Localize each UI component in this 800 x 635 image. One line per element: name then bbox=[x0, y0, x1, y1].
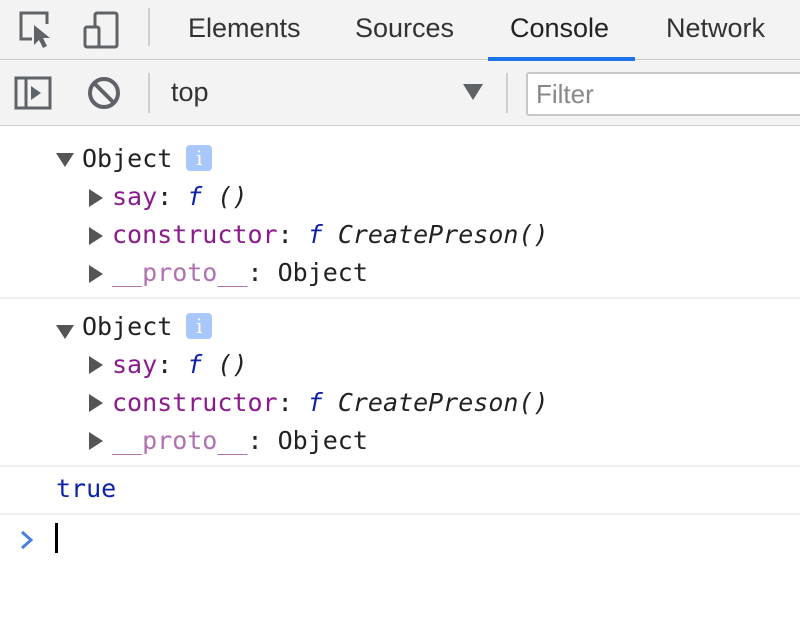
toolbar-separator bbox=[148, 73, 150, 113]
property-value: Object bbox=[277, 258, 368, 287]
property-colon: : bbox=[277, 388, 293, 417]
context-selector-label: top bbox=[171, 77, 209, 107]
clear-console-icon[interactable] bbox=[86, 75, 122, 111]
function-signature: CreatePreson() bbox=[337, 220, 549, 249]
collapse-triangle-icon[interactable] bbox=[56, 323, 74, 341]
expand-triangle-icon[interactable] bbox=[87, 356, 105, 374]
property-colon: : bbox=[247, 258, 263, 287]
context-selector[interactable]: top bbox=[170, 61, 490, 125]
property-row[interactable]: constructor: f CreatePreson() bbox=[112, 217, 549, 253]
expand-triangle-icon[interactable] bbox=[87, 227, 105, 245]
device-toolbar-icon[interactable] bbox=[82, 10, 122, 50]
function-signature: () bbox=[217, 350, 248, 379]
object-summary-label: Object bbox=[82, 312, 173, 341]
console-result: true bbox=[0, 467, 800, 515]
property-row[interactable]: say: f () bbox=[112, 179, 248, 215]
property-key: say bbox=[112, 182, 158, 211]
object-summary[interactable]: Object i bbox=[82, 141, 213, 177]
tab-bar-separator bbox=[148, 8, 150, 46]
property-colon: : bbox=[247, 426, 263, 455]
property-colon: : bbox=[277, 220, 293, 249]
console-sidebar-icon[interactable] bbox=[14, 76, 52, 110]
object-summary[interactable]: Object i bbox=[82, 309, 213, 345]
tab-elements[interactable]: Elements bbox=[188, 0, 301, 60]
toolbar-separator bbox=[506, 73, 508, 113]
info-icon[interactable]: i bbox=[186, 145, 213, 171]
function-keyword: f bbox=[307, 220, 323, 249]
expand-triangle-icon[interactable] bbox=[87, 189, 105, 207]
text-cursor bbox=[55, 523, 58, 553]
tab-sources[interactable]: Sources bbox=[355, 0, 454, 60]
console-message: Object i say: f () constructor: f CreateP… bbox=[0, 299, 800, 467]
expand-triangle-icon[interactable] bbox=[87, 432, 105, 450]
console-toolbar: top bbox=[0, 61, 800, 126]
property-row[interactable]: say: f () bbox=[112, 347, 248, 383]
property-key: __proto__ bbox=[112, 426, 248, 455]
tab-network[interactable]: Network bbox=[666, 0, 765, 60]
result-value: true bbox=[56, 474, 117, 503]
expand-triangle-icon[interactable] bbox=[87, 394, 105, 412]
property-colon: : bbox=[157, 182, 173, 211]
console-message: Object i say: f () constructor: f CreateP… bbox=[0, 127, 800, 299]
function-keyword: f bbox=[307, 388, 323, 417]
dropdown-arrow-icon bbox=[463, 84, 483, 100]
console-prompt[interactable] bbox=[0, 515, 800, 563]
property-key: constructor bbox=[112, 220, 278, 249]
info-icon[interactable]: i bbox=[186, 313, 213, 339]
console-prompt-icon bbox=[21, 530, 34, 550]
filter-input[interactable] bbox=[526, 72, 800, 116]
property-value: Object bbox=[277, 426, 368, 455]
collapse-triangle-icon[interactable] bbox=[56, 151, 74, 169]
console-output: Object i say: f () constructor: f CreateP… bbox=[0, 127, 800, 563]
property-key: constructor bbox=[112, 388, 278, 417]
property-row[interactable]: constructor: f CreatePreson() bbox=[112, 385, 549, 421]
property-key: __proto__ bbox=[112, 258, 248, 287]
property-row[interactable]: __proto__: Object bbox=[112, 255, 368, 291]
inspect-element-icon[interactable] bbox=[18, 10, 58, 50]
property-row[interactable]: __proto__: Object bbox=[112, 423, 368, 459]
function-keyword: f bbox=[187, 182, 203, 211]
function-keyword: f bbox=[187, 350, 203, 379]
function-signature: () bbox=[217, 182, 248, 211]
devtools-tab-bar: Elements Sources Console Network bbox=[0, 0, 800, 61]
object-summary-label: Object bbox=[82, 144, 173, 173]
function-signature: CreatePreson() bbox=[337, 388, 549, 417]
expand-triangle-icon[interactable] bbox=[87, 265, 105, 283]
tab-console[interactable]: Console bbox=[487, 0, 636, 61]
property-key: say bbox=[112, 350, 158, 379]
property-colon: : bbox=[157, 350, 173, 379]
